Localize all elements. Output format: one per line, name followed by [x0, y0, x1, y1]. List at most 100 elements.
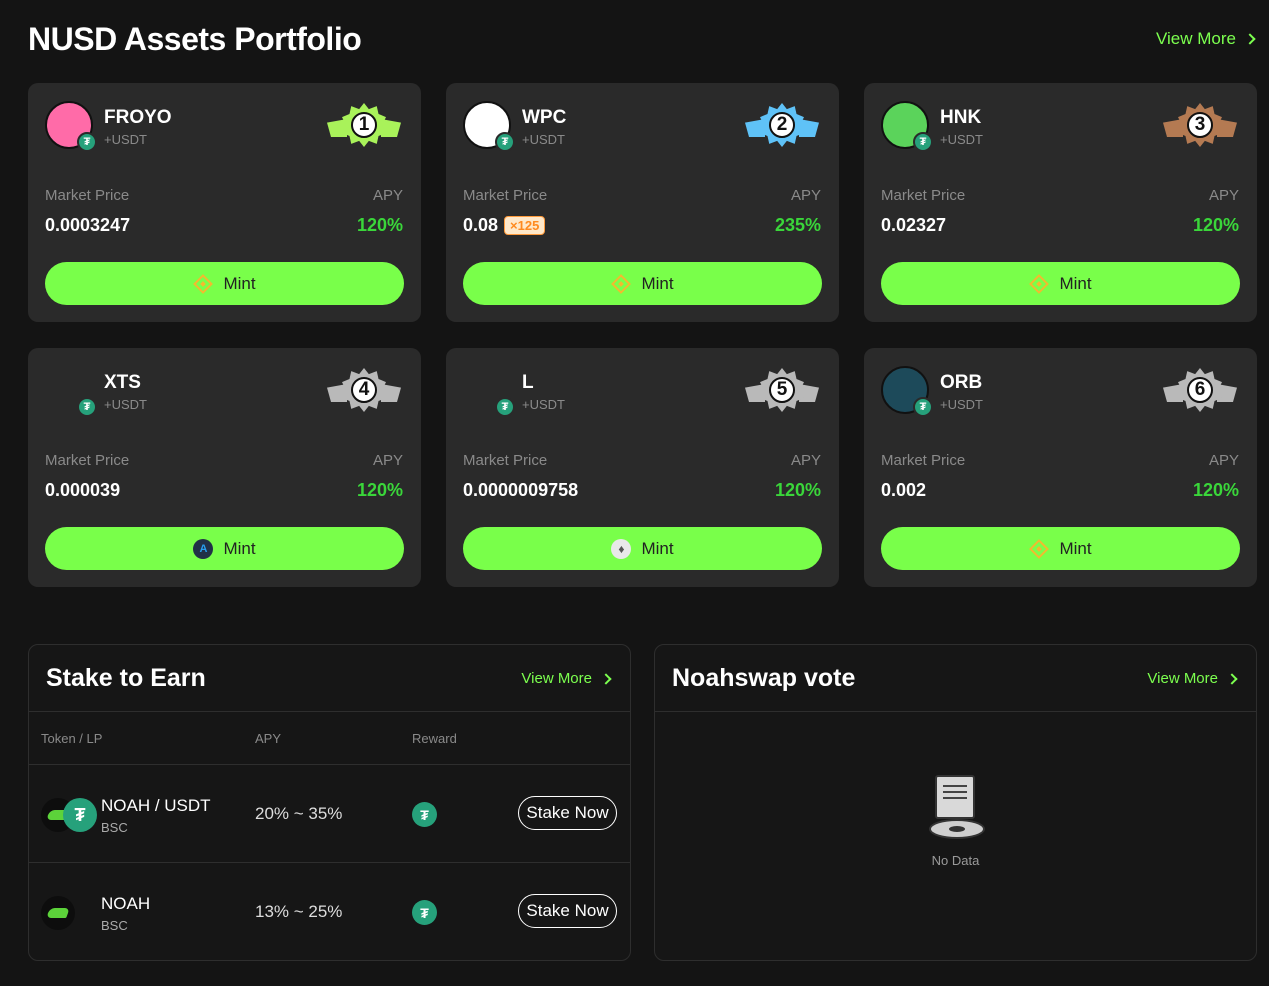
rank-number: 3	[1187, 112, 1213, 138]
price-text: 0.02327	[881, 215, 947, 235]
token-icon: ₮	[45, 101, 97, 152]
medal-wing-right	[1217, 384, 1237, 402]
apy-value: 120%	[1192, 480, 1239, 500]
rank-number: 1	[351, 112, 377, 138]
noahswap-vote-panel: Noahswap vote View More No Data	[654, 644, 1257, 961]
pair-icons: ₮	[41, 798, 97, 832]
asset-card-froyo: ₮ FROYO +USDT 1 Market Price APY 0.00032…	[28, 83, 421, 322]
market-price-value: 0.08 ×125	[463, 215, 546, 236]
bnb-diamond-shape	[193, 273, 214, 294]
token-icon: ₮	[463, 101, 515, 152]
mint-label: Mint	[641, 538, 674, 558]
token-pair: +USDT	[522, 132, 565, 147]
stake-panel-title: Stake to Earn	[46, 664, 206, 692]
mint-button[interactable]: Mint	[881, 527, 1240, 570]
vote-view-more-link[interactable]: View More	[1147, 670, 1238, 687]
asset-card-wpc: ₮ WPC +USDT 2 Market Price APY 0.08 ×125…	[446, 83, 839, 322]
market-price-label: Market Price	[463, 452, 548, 469]
chevron-right-icon	[1226, 672, 1238, 685]
medal-wing-left	[745, 119, 765, 137]
mint-button[interactable]: Mint	[463, 262, 822, 305]
apy-value: 120%	[356, 215, 403, 235]
apy-value: 120%	[774, 480, 821, 500]
price-text: 0.08	[463, 215, 499, 235]
apy-value: 120%	[1192, 215, 1239, 235]
apy-label: APY	[790, 187, 821, 204]
token-name: HNK	[940, 107, 982, 128]
rank-medal-icon: 6	[1163, 366, 1237, 416]
market-price-label: Market Price	[881, 452, 966, 469]
mint-button[interactable]: ♦ Mint	[463, 527, 822, 570]
apy-label: APY	[1208, 187, 1239, 204]
mint-label: Mint	[223, 538, 256, 558]
apy-label: APY	[1208, 452, 1239, 469]
stake-token-chain: BSC	[101, 820, 128, 835]
token-icon: ₮	[881, 101, 933, 152]
medal-wing-right	[1217, 119, 1237, 137]
market-price-label: Market Price	[881, 187, 966, 204]
pair-icons	[41, 896, 97, 930]
column-header-token: Token / LP	[41, 731, 103, 746]
stake-to-earn-panel: Stake to Earn View More Token / LP APY R…	[28, 644, 631, 961]
medal-wing-right	[799, 384, 819, 402]
asset-card-xts: ₮ XTS +USDT 4 Market Price APY 0.000039 …	[28, 348, 421, 587]
stake-view-more-link[interactable]: View More	[521, 670, 612, 687]
token-icon: ₮	[463, 366, 515, 417]
vote-panel-title: Noahswap vote	[672, 664, 856, 692]
usdt-icon: ₮	[913, 132, 933, 152]
divider	[29, 711, 630, 712]
medal-wing-left	[1163, 119, 1183, 137]
bnb-diamond-shape	[1029, 538, 1050, 559]
token-name: ORB	[940, 372, 983, 393]
rank-medal-icon: 4	[327, 366, 401, 416]
token-pair: +USDT	[104, 132, 147, 147]
apy-value: 235%	[774, 215, 821, 235]
token-pair: +USDT	[104, 397, 147, 412]
column-header-apy: APY	[255, 731, 282, 746]
asset-card-grid: ₮ FROYO +USDT 1 Market Price APY 0.00032…	[28, 83, 1258, 587]
rank-medal-icon: 1	[327, 101, 401, 151]
token-name: FROYO	[104, 107, 172, 128]
usdt-icon: ₮	[913, 397, 933, 417]
mint-label: Mint	[223, 273, 256, 293]
token-name: XTS	[104, 372, 141, 393]
mint-button[interactable]: Mint	[45, 262, 404, 305]
view-more-label: View More	[1147, 670, 1218, 687]
usdt-icon: ₮	[63, 798, 97, 832]
token-pair: +USDT	[940, 397, 983, 412]
rank-number: 6	[1187, 377, 1213, 403]
usdt-icon: ₮	[495, 132, 515, 152]
column-header-reward: Reward	[412, 731, 457, 746]
mint-button[interactable]: Mint	[881, 262, 1240, 305]
rank-medal-icon: 3	[1163, 101, 1237, 151]
usdt-icon: ₮	[77, 397, 97, 417]
ethereum-icon: ♦	[611, 538, 632, 559]
price-text: 0.0000009758	[463, 480, 579, 500]
stake-now-button[interactable]: Stake Now	[518, 796, 617, 830]
chevron-right-icon	[600, 672, 612, 685]
apy-label: APY	[790, 452, 821, 469]
portfolio-view-more-link[interactable]: View More	[1156, 29, 1256, 49]
view-more-label: View More	[521, 670, 592, 687]
mint-button[interactable]: A Mint	[45, 527, 404, 570]
bnb-diamond-shape	[611, 273, 632, 294]
ethereum-logo: ♦	[611, 538, 632, 559]
market-price-label: Market Price	[45, 452, 130, 469]
stake-row: ₮ NOAH / USDT BSC 20% ~ 35% ₮ Stake Now	[29, 765, 630, 862]
usdt-icon: ₮	[495, 397, 515, 417]
medal-wing-right	[381, 119, 401, 137]
market-price-value: 0.0000009758	[463, 480, 578, 501]
stake-token-chain: BSC	[101, 918, 128, 933]
noah-icon	[41, 896, 75, 930]
rank-medal-icon: 2	[745, 101, 819, 151]
bnb-icon	[193, 273, 214, 294]
rank-number: 5	[769, 377, 795, 403]
stake-token-name: NOAH / USDT	[101, 796, 211, 815]
market-price-label: Market Price	[463, 187, 548, 204]
token-icon: ₮	[881, 366, 933, 417]
apy-label: APY	[372, 452, 403, 469]
market-price-value: 0.000039	[45, 480, 120, 501]
bnb-icon	[1029, 273, 1050, 294]
medal-wing-left	[1163, 384, 1183, 402]
stake-now-button[interactable]: Stake Now	[518, 894, 617, 928]
